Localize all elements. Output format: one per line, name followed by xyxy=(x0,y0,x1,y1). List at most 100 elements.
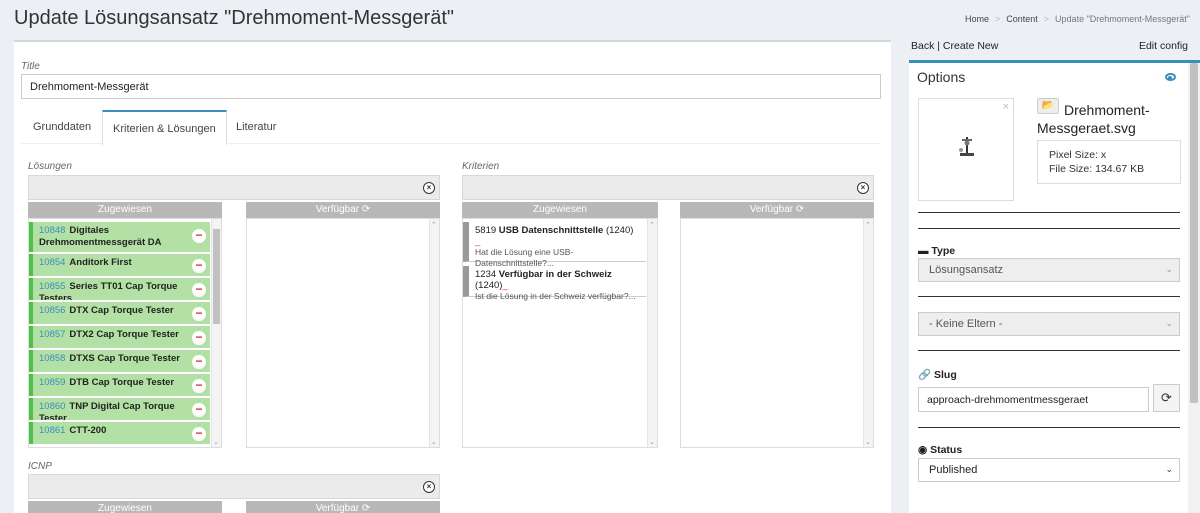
item-id[interactable]: 10848 xyxy=(39,225,65,236)
item-id[interactable]: 10857 xyxy=(39,329,65,340)
tab-kriterien-loesungen[interactable]: Kriterien & Lösungen xyxy=(102,110,227,145)
list-item[interactable]: 10855 Series TT01 Cap Torque Testers − xyxy=(29,278,210,300)
remove-icon[interactable]: − xyxy=(192,229,206,243)
kriterien-search-input[interactable]: × xyxy=(462,175,874,200)
item-id[interactable]: 10859 xyxy=(39,377,65,388)
options-sidebar: Back | Create New Edit config Options × … xyxy=(909,40,1200,513)
edit-config-link[interactable]: Edit config xyxy=(1139,40,1188,52)
link-icon: 🔗 xyxy=(918,369,932,381)
remove-icon[interactable]: − xyxy=(192,403,206,417)
loesungen-available-label: Verfügbar xyxy=(315,204,360,215)
item-id: 1234 xyxy=(475,269,497,280)
remove-icon[interactable]: − xyxy=(192,355,206,369)
title-input[interactable]: Drehmoment-Messgerät xyxy=(21,74,881,99)
list-item[interactable]: 10861 CTT-200 − xyxy=(29,422,210,444)
pixel-size: Pixel Size: x xyxy=(1049,149,1107,161)
chevron-down-icon: ⌄ xyxy=(1165,318,1173,328)
remove-icon[interactable]: _ xyxy=(475,236,480,247)
item-id[interactable]: 10861 xyxy=(39,425,65,436)
item-id[interactable]: 10860 xyxy=(39,401,65,412)
status-select-value: Published xyxy=(929,464,978,476)
tab-grunddaten[interactable]: Grunddaten xyxy=(23,110,101,144)
remove-icon[interactable]: − xyxy=(192,379,206,393)
item-id[interactable]: 10855 xyxy=(39,281,65,292)
slug-label: 🔗 Slug xyxy=(918,368,957,381)
type-select[interactable]: Lösungsansatz ⌄ xyxy=(918,258,1180,282)
item-name: DTX2 Cap Torque Tester xyxy=(69,329,179,340)
chevron-up-icon[interactable]: ⌃ xyxy=(649,221,655,229)
page-title: Update Lösungsansatz "Drehmoment-Messger… xyxy=(14,7,454,29)
list-item[interactable]: 10860 TNP Digital Cap Torque Tester − xyxy=(29,398,210,420)
item-count: (1240) xyxy=(605,225,634,236)
kriterien-assigned-list: 5819 USB Datenschnittstelle (1240) _ Hat… xyxy=(462,218,658,448)
image-preview[interactable]: × xyxy=(918,98,1014,201)
breadcrumb-content[interactable]: Content xyxy=(1006,14,1038,24)
tab-literatur[interactable]: Literatur xyxy=(226,110,286,144)
type-label-text: Type xyxy=(931,245,956,257)
remove-icon[interactable]: − xyxy=(192,331,206,345)
close-icon[interactable]: × xyxy=(1003,101,1009,113)
scrollbar[interactable]: ⌃ ⌄ xyxy=(647,219,657,447)
page-header: Update Lösungsansatz "Drehmoment-Messger… xyxy=(0,0,1200,40)
remove-icon[interactable]: − xyxy=(192,307,206,321)
clear-icon[interactable]: × xyxy=(423,481,435,493)
item-id[interactable]: 10858 xyxy=(39,353,65,364)
loesungen-available-header: Verfügbar ⟳ xyxy=(246,202,440,218)
options-title: Options xyxy=(917,69,966,85)
chevron-down-icon[interactable]: ⌄ xyxy=(431,438,437,446)
status-label: ◉ Status xyxy=(918,444,962,456)
type-select-value: Lösungsansatz xyxy=(929,264,1003,276)
clear-icon[interactable]: × xyxy=(423,182,435,194)
loesungen-search-input[interactable]: × xyxy=(28,175,440,200)
icnp-available-header: Verfügbar ⟳ xyxy=(246,501,440,513)
scrollbar[interactable]: ⌃ ⌄ xyxy=(863,219,873,447)
chevron-down-icon[interactable]: ⌄ xyxy=(865,438,871,446)
scrollbar[interactable] xyxy=(1188,63,1200,513)
kriterien-label: Kriterien xyxy=(462,161,500,172)
item-name: DTB Cap Torque Tester xyxy=(69,377,175,388)
chevron-up-icon[interactable]: ⌃ xyxy=(865,221,871,229)
list-item[interactable]: 10856 DTX Cap Torque Tester − xyxy=(29,302,210,324)
refresh-icon[interactable]: ⟳ xyxy=(362,503,370,513)
list-item[interactable]: 10854 Anditork First − xyxy=(29,254,210,276)
item-name: CTT-200 xyxy=(69,425,107,436)
remove-icon[interactable]: − xyxy=(192,283,206,297)
file-size: File Size: 134.67 KB xyxy=(1049,163,1145,175)
parent-select[interactable]: - Keine Eltern - ⌄ xyxy=(918,312,1180,336)
loesungen-assigned-header: Zugewiesen xyxy=(28,202,222,218)
icnp-label: ICNP xyxy=(28,461,52,472)
chevron-down-icon[interactable]: ⌄ xyxy=(649,438,655,446)
icnp-search-input[interactable]: × xyxy=(28,474,440,499)
list-item[interactable]: 10858 DTXS Cap Torque Tester − xyxy=(29,350,210,372)
list-item[interactable]: 1234 Verfügbar in der Schweiz (1240)_ Is… xyxy=(463,266,646,301)
refresh-icon[interactable]: ⟳ xyxy=(362,204,370,215)
eye-icon: ◉ xyxy=(918,444,928,456)
breadcrumb: Home > Content > Update "Drehmoment-Messgerä… xyxy=(964,14,1190,24)
back-create-link[interactable]: Back | Create New xyxy=(911,40,998,52)
scrollbar[interactable]: ⌄ xyxy=(211,219,221,447)
item-id[interactable]: 10856 xyxy=(39,305,65,316)
clear-icon[interactable]: × xyxy=(857,182,869,194)
item-id[interactable]: 10854 xyxy=(39,257,65,268)
refresh-slug-button[interactable]: ⟳ xyxy=(1153,384,1180,412)
scrollbar[interactable]: ⌃ ⌄ xyxy=(429,219,439,447)
list-item[interactable]: 10859 DTB Cap Torque Tester − xyxy=(29,374,210,396)
chevron-up-icon[interactable]: ⌃ xyxy=(431,221,437,229)
item-count: (1240) xyxy=(475,280,503,291)
breadcrumb-home[interactable]: Home xyxy=(965,14,989,24)
parent-select-value: - Keine Eltern - xyxy=(929,318,1003,330)
chevron-down-icon[interactable]: ⌄ xyxy=(213,438,219,446)
title-label: Title xyxy=(21,61,40,72)
status-select[interactable]: Published ⌄ xyxy=(918,458,1180,482)
torque-device-icon xyxy=(959,137,974,156)
eye-icon[interactable] xyxy=(1165,73,1176,81)
remove-icon[interactable]: − xyxy=(192,259,206,273)
remove-icon[interactable]: _ xyxy=(502,280,507,291)
slug-input[interactable]: approach-drehmomentmessgeraet xyxy=(918,387,1149,412)
list-item[interactable]: 10848 Digitales Drehmomentmessgerät DA − xyxy=(29,222,210,252)
remove-icon[interactable]: − xyxy=(192,427,206,441)
list-item[interactable]: 10857 DTX2 Cap Torque Tester − xyxy=(29,326,210,348)
list-item[interactable]: 5819 USB Datenschnittstelle (1240) _ Hat… xyxy=(463,222,646,268)
refresh-icon[interactable]: ⟳ xyxy=(796,204,804,215)
loesungen-label: Lösungen xyxy=(28,161,72,172)
